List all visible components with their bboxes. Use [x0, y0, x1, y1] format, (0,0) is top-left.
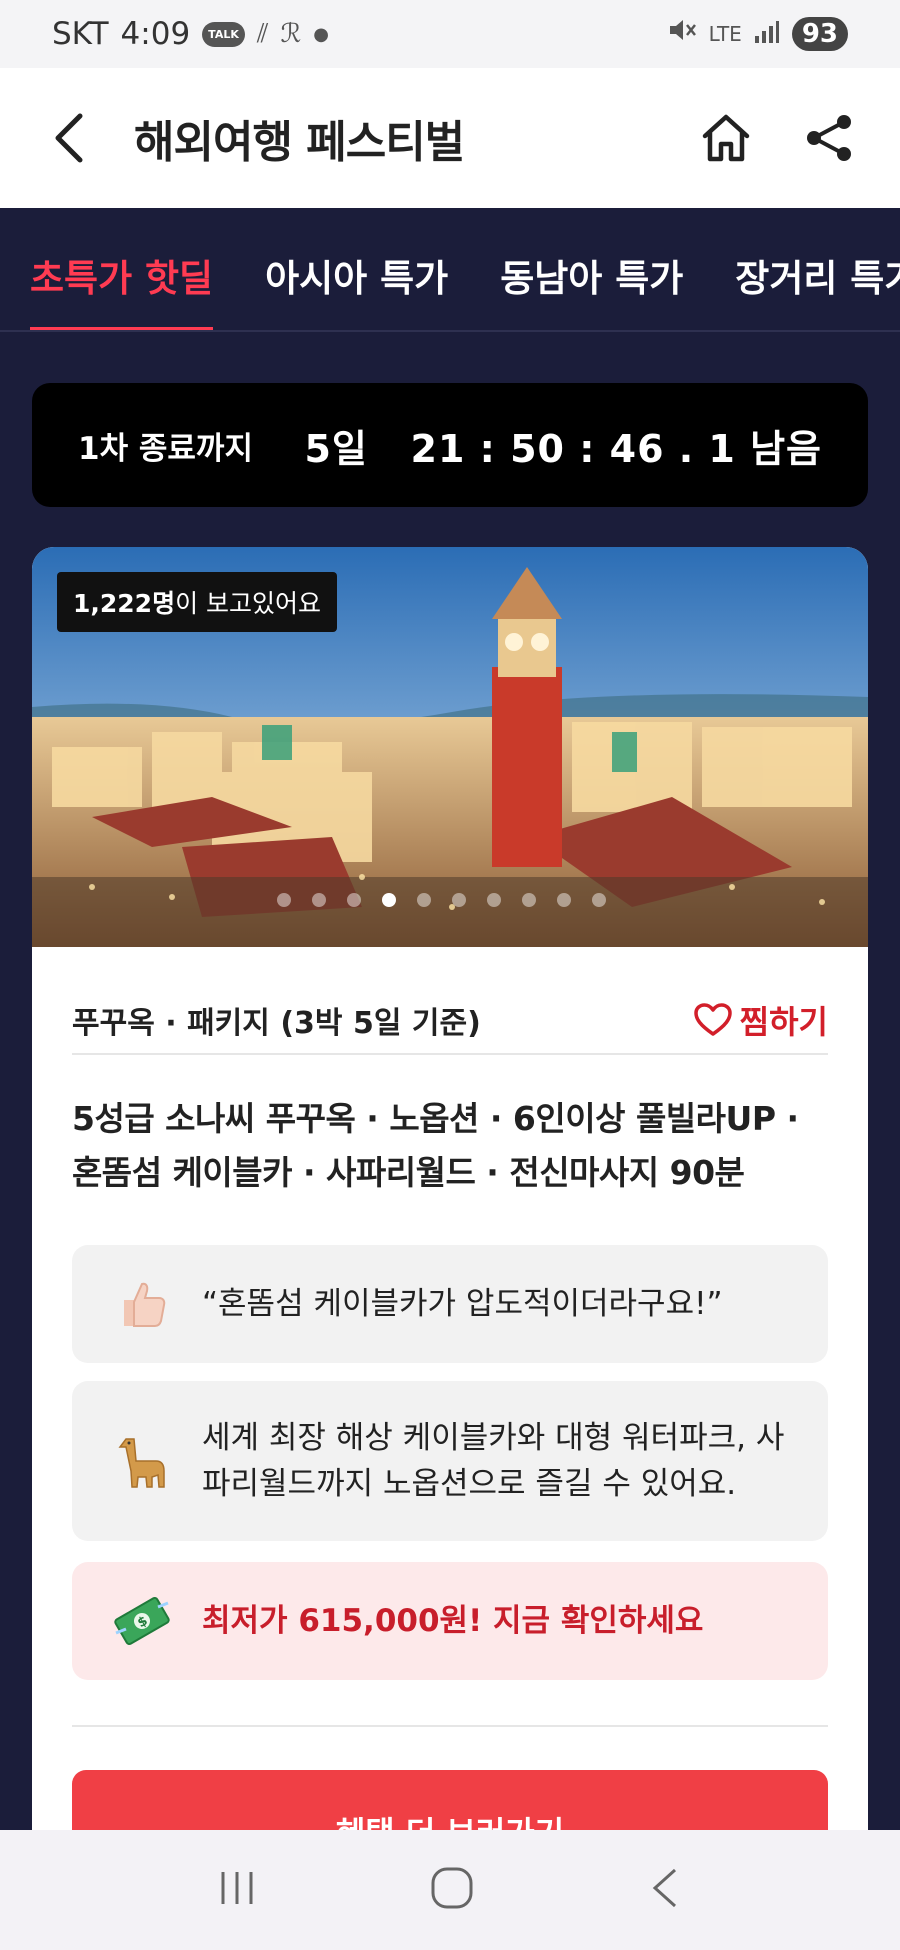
- recent-apps-icon[interactable]: [215, 1866, 259, 1914]
- review-quote-box: “혼똠섬 케이블카가 압도적이더라구요!”: [72, 1245, 828, 1363]
- carousel-dot[interactable]: [347, 893, 361, 907]
- share-icon[interactable]: [800, 108, 860, 168]
- tab-southeast-asia[interactable]: 동남아 특가: [500, 208, 683, 330]
- promo-box[interactable]: $ 최저가 615,000원! 지금 확인하세요: [72, 1562, 828, 1680]
- carousel-indicator: [277, 893, 606, 907]
- wishlist-button[interactable]: 찜하기: [693, 997, 828, 1043]
- home-icon[interactable]: [696, 108, 756, 168]
- divider: [72, 1725, 828, 1727]
- clock: 4:09: [120, 16, 191, 52]
- product-card[interactable]: 1,222명이 보고있어요 푸꾸옥 · 패키지 (3박 5일 기준) 찜하기 5…: [32, 547, 868, 1950]
- carousel-dot[interactable]: [487, 893, 501, 907]
- status-bar: SKT 4:09 TALK ⫽ ℛ ● LTE 93: [0, 0, 900, 68]
- heart-icon: [693, 1003, 732, 1036]
- wishlist-label: 찜하기: [739, 1003, 828, 1041]
- notification-icon: ⫽: [256, 18, 269, 49]
- more-notifications-dot: ●: [313, 23, 329, 45]
- carousel-dot[interactable]: [277, 893, 291, 907]
- tab-hot-deal[interactable]: 초특가 핫딜: [30, 208, 214, 330]
- kakaotalk-icon: TALK: [202, 21, 245, 47]
- carrier-label: SKT: [52, 16, 109, 52]
- app-header: 해외여행 페스티벌: [0, 68, 900, 208]
- category-tabs: 초특가 핫딜 아시아 특가 동남아 특가 장거리 특가: [0, 208, 900, 332]
- mute-icon: [667, 16, 697, 52]
- product-image-carousel[interactable]: 1,222명이 보고있어요: [32, 547, 868, 947]
- feature-text: 세계 최장 해상 케이블카와 대형 워터파크, 사파리월드까지 노옵션으로 즐길…: [202, 1420, 785, 1502]
- battery-indicator: 93: [791, 17, 848, 51]
- tab-long-haul[interactable]: 장거리 특가: [735, 208, 900, 330]
- carousel-dot[interactable]: [312, 893, 326, 907]
- viewers-badge: 1,222명이 보고있어요: [57, 572, 338, 632]
- countdown-banner: 1차 종료까지 5일 21 : 50 : 46 . 1 남음: [32, 383, 868, 507]
- promo-text: 최저가 615,000원! 지금 확인하세요: [202, 1603, 704, 1639]
- back-nav-icon[interactable]: [645, 1866, 685, 1914]
- product-category: 푸꾸옥 · 패키지 (3박 5일 기준): [72, 1006, 481, 1041]
- carousel-dot-active[interactable]: [382, 893, 396, 907]
- countdown-label: 1차 종료까지: [78, 430, 253, 467]
- product-info-row: 푸꾸옥 · 패키지 (3박 5일 기준) 찜하기: [72, 987, 828, 1055]
- system-nav-bar: [0, 1830, 900, 1950]
- feature-box: 세계 최장 해상 케이블카와 대형 워터파크, 사파리월드까지 노옵션으로 즐길…: [72, 1381, 828, 1541]
- viewers-count: 1,222명: [73, 589, 176, 618]
- app-notification-icon: ℛ: [280, 19, 302, 49]
- thumbs-up-icon: [112, 1274, 172, 1334]
- carousel-dot[interactable]: [522, 893, 536, 907]
- carousel-dot[interactable]: [557, 893, 571, 907]
- carousel-dot[interactable]: [452, 893, 466, 907]
- money-icon: $: [112, 1591, 172, 1651]
- review-quote-text: “혼똠섬 케이블카가 압도적이더라구요!”: [202, 1286, 723, 1322]
- tab-asia[interactable]: 아시아 특가: [265, 208, 448, 330]
- network-type: LTE: [708, 22, 742, 46]
- countdown-timer: 5일 21 : 50 : 46 . 1 남음: [304, 426, 822, 471]
- carousel-dot[interactable]: [417, 893, 431, 907]
- viewers-suffix: 이 보고있어요: [175, 589, 322, 618]
- carousel-dot[interactable]: [592, 893, 606, 907]
- page-title: 해외여행 페스티벌: [134, 117, 465, 168]
- home-button-icon[interactable]: [429, 1865, 475, 1915]
- signal-icon: [754, 16, 780, 52]
- back-icon[interactable]: [40, 108, 100, 168]
- llama-icon: [112, 1431, 172, 1491]
- product-title[interactable]: 5성급 소나씨 푸꾸옥 · 노옵션 · 6인이상 풀빌라UP · 혼똠섬 케이블…: [72, 1092, 832, 1200]
